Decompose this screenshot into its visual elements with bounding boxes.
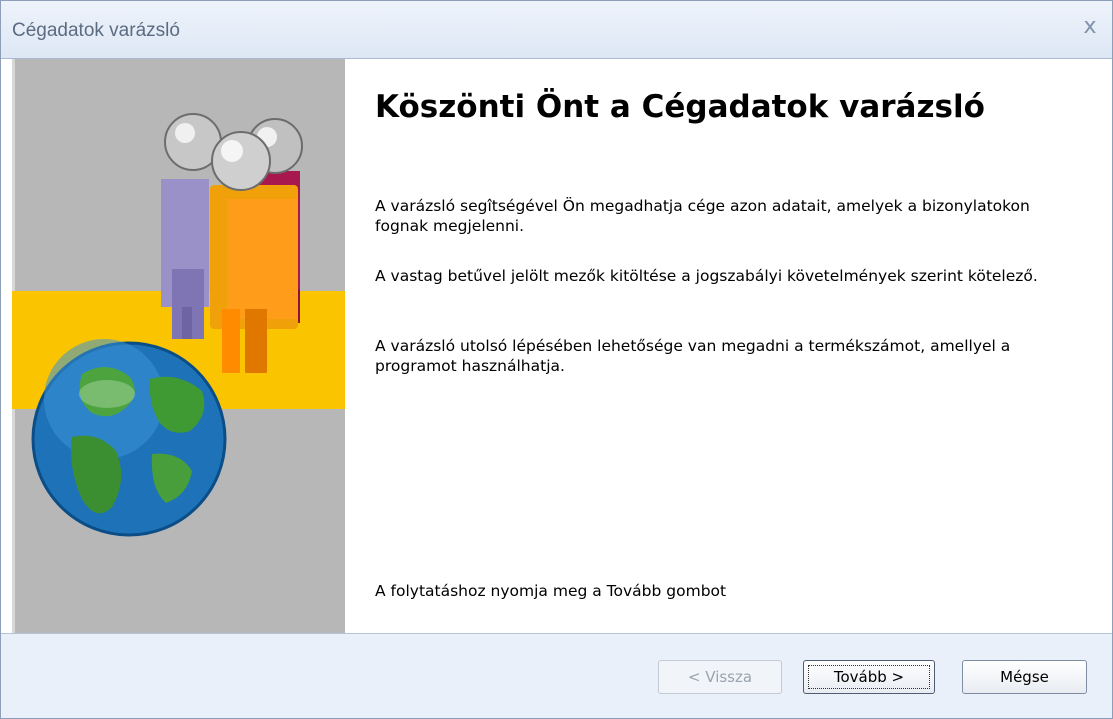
back-button[interactable]: < Vissza [658, 660, 782, 694]
wizard-content: Köszönti Önt a Cégadatok varázsló A vará… [345, 59, 1112, 633]
next-button[interactable]: Tovább > [803, 660, 935, 694]
required-fields-paragraph: A vastag betűvel jelölt mezők kitöltése … [375, 267, 1038, 285]
next-button-label: Tovább > [833, 668, 905, 686]
globe-icon [31, 339, 227, 537]
product-number-paragraph: A varázsló utolsó lépésében lehetősége v… [375, 337, 1011, 375]
close-button[interactable]: x [1076, 13, 1104, 41]
back-button-label: < Vissza [687, 668, 753, 686]
cancel-button-label: Mégse [1000, 668, 1049, 686]
wizard-window: Cégadatok varázsló x Köszönti Önt a Céga… [0, 0, 1113, 719]
people-group-icon [161, 113, 303, 373]
wizard-banner [12, 59, 345, 633]
page-title: Köszönti Önt a Cégadatok varázsló [375, 89, 985, 125]
cancel-button[interactable]: Mégse [962, 660, 1087, 694]
window-title: Cégadatok varázsló [12, 20, 180, 41]
intro-paragraph: A varázsló segîtségével Ön megadhatja cé… [375, 197, 1030, 235]
title-bar: Cégadatok varázsló x [1, 1, 1112, 59]
continue-hint: A folytatáshoz nyomja meg a Tovább gombo… [375, 582, 727, 600]
button-bar: < Vissza Tovább > Mégse [1, 633, 1112, 718]
